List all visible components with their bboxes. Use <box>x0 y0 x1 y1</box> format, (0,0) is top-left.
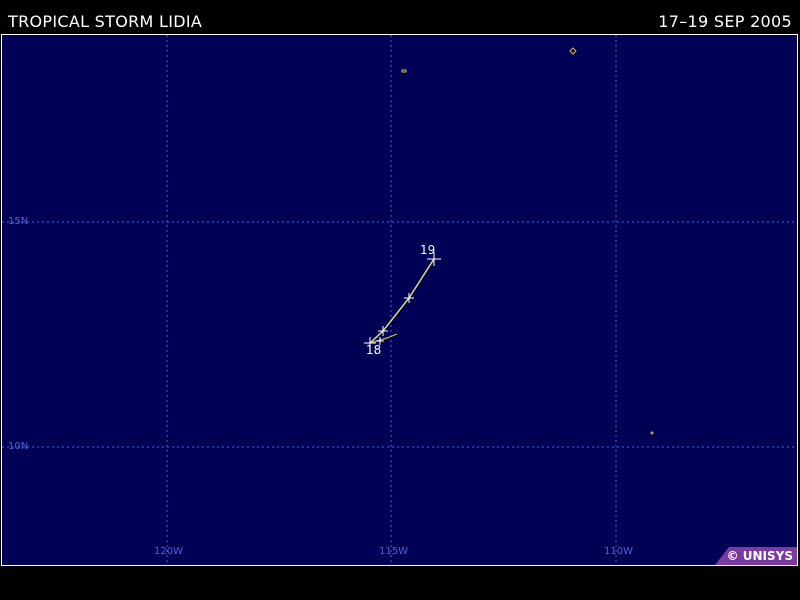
lon-label-110w: 110W <box>604 546 633 557</box>
lon-label-120w: 120W <box>154 546 183 557</box>
unisys-credit: © UNISYS <box>715 547 797 565</box>
lat-label-15n: 15N <box>8 216 29 227</box>
header: TROPICAL STORM LIDIA 17–19 SEP 2005 <box>0 0 800 34</box>
island-clarion <box>401 69 407 73</box>
day-label-19: 19 <box>420 243 436 257</box>
day-label-18: 18 <box>366 343 382 357</box>
lat-label-10n: 10N <box>8 441 29 452</box>
footer-bar <box>0 566 800 600</box>
map-canvas <box>2 35 797 565</box>
island-clipperton <box>650 431 654 435</box>
lon-label-115w: 115W <box>379 546 408 557</box>
island-socorro <box>569 47 577 55</box>
map-panel: 15N 10N 120W 115W 110W 18 19 © UNISYS <box>1 34 798 566</box>
storm-title: TROPICAL STORM LIDIA <box>8 12 203 31</box>
date-range: 17–19 SEP 2005 <box>658 12 792 31</box>
storm-track <box>369 258 435 344</box>
